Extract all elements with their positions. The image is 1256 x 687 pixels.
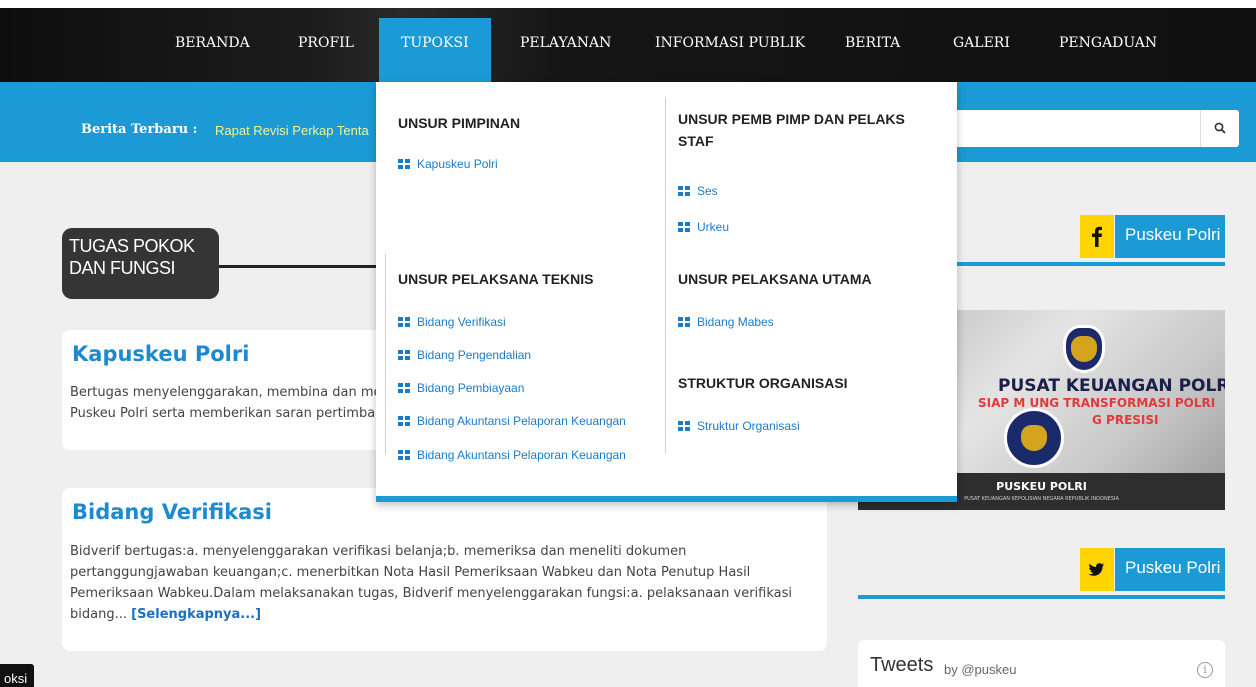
grid-icon bbox=[678, 317, 690, 327]
tupoksi-mega-menu: UNSUR PIMPINAN Kapuskeu Polri UNSUR PELA… bbox=[376, 82, 957, 502]
menu-item-struktur-organisasi[interactable]: Struktur Organisasi bbox=[678, 419, 800, 433]
tweets-widget: Tweets by @puskeu i bbox=[858, 640, 1225, 687]
nav-pengaduan[interactable]: PENGADUAN bbox=[1059, 35, 1157, 51]
menu-divider bbox=[385, 254, 386, 454]
info-icon[interactable]: i bbox=[1197, 662, 1213, 678]
search-input[interactable] bbox=[940, 110, 1200, 147]
corner-tab[interactable]: oksi bbox=[0, 664, 34, 687]
menu-item-label: Kapuskeu Polri bbox=[417, 157, 498, 171]
twitter-icon bbox=[1088, 563, 1105, 576]
nav-tupoksi[interactable]: TUPOKSI bbox=[379, 18, 491, 82]
nav-informasi-publik[interactable]: INFORMASI PUBLIK bbox=[655, 35, 805, 51]
menu-item-bidang-pembiayaan[interactable]: Bidang Pembiayaan bbox=[398, 381, 524, 395]
card-line: Puskeu Polri serta memberikan saran pert… bbox=[70, 406, 381, 421]
menu-item-urkeu[interactable]: Urkeu bbox=[678, 220, 729, 234]
card-line-end: bidang... bbox=[70, 607, 127, 622]
card-bidang-verifikasi: Bidang Verifikasi Bidverif bertugas:a. m… bbox=[62, 488, 827, 651]
menu-item-bidang-pengendalian[interactable]: Bidang Pengendalian bbox=[398, 348, 531, 362]
nav-pelayanan[interactable]: PELAYANAN bbox=[520, 35, 611, 51]
emblem-icon bbox=[1063, 325, 1105, 373]
nav-profil[interactable]: PROFIL bbox=[298, 35, 354, 51]
menu-item-bidang-verifikasi[interactable]: Bidang Verifikasi bbox=[398, 315, 506, 329]
grid-icon bbox=[398, 383, 410, 393]
menu-item-bidang-akuntansi-2[interactable]: Bidang Akuntansi Pelaporan Keuangan bbox=[398, 448, 626, 462]
tweets-title: Tweets bbox=[870, 654, 934, 676]
ticker-news-link[interactable]: Rapat Revisi Perkap Tenta bbox=[215, 123, 369, 138]
section-title-line bbox=[218, 265, 378, 268]
menu-divider bbox=[665, 98, 666, 453]
card-line: Bertugas menyelenggarakan, membina dan m… bbox=[70, 385, 382, 400]
menu-item-label: Bidang Akuntansi Pelaporan Keuangan bbox=[417, 448, 626, 462]
grid-icon bbox=[678, 222, 690, 232]
grid-icon bbox=[398, 350, 410, 360]
card-line: Bidverif bertugas:a. menyelenggarakan ve… bbox=[70, 544, 687, 559]
grid-icon bbox=[398, 317, 410, 327]
card-line: pertanggungjawaban keuangan;c. menerbitk… bbox=[70, 565, 751, 580]
menu-item-label: Struktur Organisasi bbox=[697, 419, 800, 433]
menu-heading-unsur-pelaksana-utama: UNSUR PELAKSANA UTAMA bbox=[678, 271, 872, 287]
search-button[interactable] bbox=[1200, 110, 1239, 147]
menu-heading-unsur-pimpinan: UNSUR PIMPINAN bbox=[398, 115, 521, 131]
menu-item-label: Bidang Pengendalian bbox=[417, 348, 532, 362]
menu-item-bidang-mabes[interactable]: Bidang Mabes bbox=[678, 315, 774, 329]
card-line: Pemeriksaan Wabkeu.Dalam melaksanakan tu… bbox=[70, 586, 792, 601]
emblem-circle-icon bbox=[1004, 408, 1064, 468]
grid-icon bbox=[398, 159, 410, 169]
grid-icon bbox=[398, 450, 410, 460]
menu-item-label: Urkeu bbox=[697, 220, 730, 234]
facebook-icon bbox=[1092, 226, 1102, 247]
banner-line-1: PUSAT KEUANGAN POLRI bbox=[998, 376, 1225, 396]
menu-item-label: Bidang Verifikasi bbox=[417, 315, 506, 329]
menu-heading-unsur-pelaksana-teknis: UNSUR PELAKSANA TEKNIS bbox=[398, 271, 594, 287]
tweets-by-link[interactable]: by @puskeu bbox=[944, 662, 1016, 677]
card-excerpt: Bidverif bertugas:a. menyelenggarakan ve… bbox=[70, 541, 792, 625]
twitter-underline bbox=[858, 595, 1225, 599]
grid-icon bbox=[398, 416, 410, 426]
facebook-link[interactable]: Puskeu Polri bbox=[1115, 215, 1225, 258]
read-more-link[interactable]: [Selengkapnya...] bbox=[131, 607, 261, 622]
menu-heading-unsur-pemb-pimp: UNSUR PEMB PIMP DAN PELAKS STAF bbox=[678, 111, 905, 149]
menu-heading-struktur-organisasi: STRUKTUR ORGANISASI bbox=[678, 375, 848, 391]
grid-icon bbox=[678, 186, 690, 196]
menu-item-label: Bidang Akuntansi Pelaporan Keuangan bbox=[417, 414, 626, 428]
card-title[interactable]: Bidang Verifikasi bbox=[72, 500, 272, 524]
section-title: TUGAS POKOK DAN FUNGSI bbox=[62, 228, 219, 299]
banner-line-2: SIAP M UNG TRANSFORMASI POLRI bbox=[978, 396, 1216, 410]
card-line: bidang... [Selengkapnya...] bbox=[70, 604, 792, 625]
menu-item-ses[interactable]: Ses bbox=[678, 184, 718, 198]
search-icon bbox=[1214, 122, 1226, 134]
nav-galeri[interactable]: GALERI bbox=[953, 35, 1010, 51]
menu-item-bidang-akuntansi[interactable]: Bidang Akuntansi Pelaporan Keuangan bbox=[398, 414, 626, 428]
banner-line-3: G PRESISI bbox=[1092, 413, 1159, 427]
menu-item-label: Bidang Pembiayaan bbox=[417, 381, 525, 395]
menu-item-kapuskeu[interactable]: Kapuskeu Polri bbox=[398, 157, 498, 171]
nav-berita[interactable]: BERITA bbox=[845, 35, 900, 51]
card-title[interactable]: Kapuskeu Polri bbox=[72, 342, 249, 366]
card-excerpt: Bertugas menyelenggarakan, membina dan m… bbox=[70, 382, 382, 424]
twitter-icon-box[interactable] bbox=[1080, 548, 1114, 591]
facebook-icon-box[interactable] bbox=[1080, 215, 1114, 258]
top-navbar: BERANDA PROFIL TUPOKSI PELAYANAN INFORMA… bbox=[0, 0, 1256, 82]
top-band bbox=[0, 0, 1256, 8]
grid-icon bbox=[678, 421, 690, 431]
menu-item-label: Ses bbox=[697, 184, 718, 198]
twitter-link[interactable]: Puskeu Polri bbox=[1115, 548, 1225, 591]
menu-item-label: Bidang Mabes bbox=[697, 315, 774, 329]
ticker-label: Berita Terbaru : bbox=[81, 122, 198, 137]
nav-beranda[interactable]: BERANDA bbox=[175, 35, 250, 51]
